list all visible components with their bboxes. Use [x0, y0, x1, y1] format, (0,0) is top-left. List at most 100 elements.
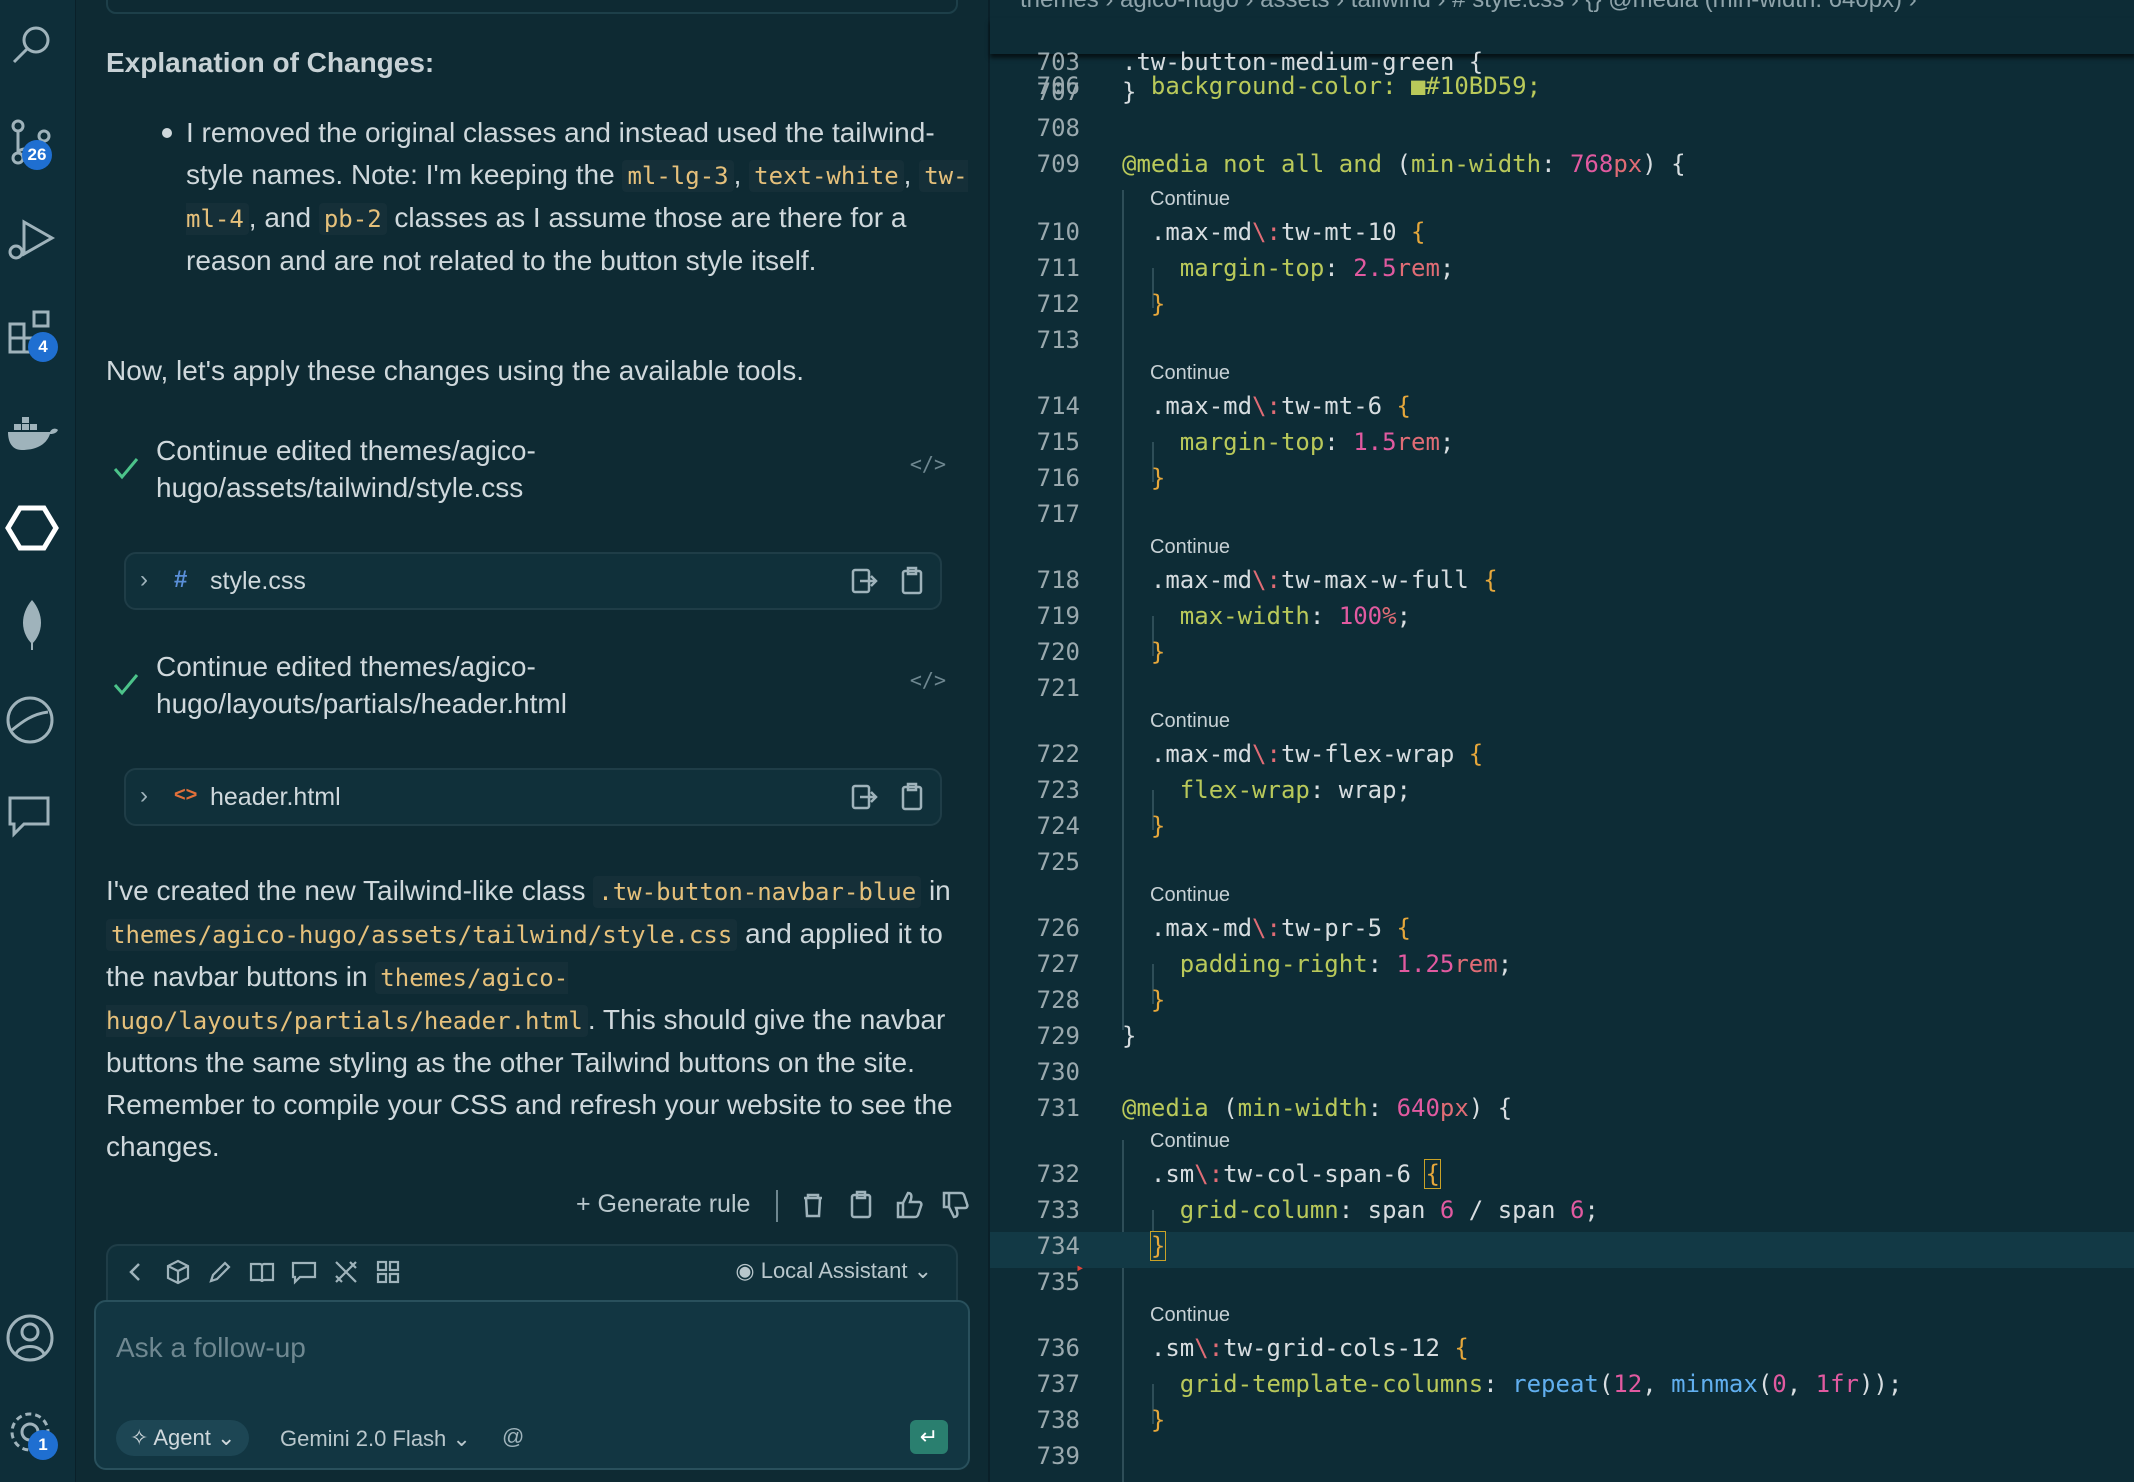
chevron-down-icon: ⌄: [210, 1425, 236, 1450]
chevron-down-icon: ⌄: [446, 1426, 471, 1451]
summary-text: I've created the new Tailwind-like class…: [106, 875, 953, 1162]
continue-codelens[interactable]: Continue: [1150, 536, 1230, 559]
apply-to-file-icon[interactable]: [850, 782, 878, 812]
account-icon[interactable]: [4, 1310, 60, 1366]
file-card-style-css[interactable]: › # style.css: [124, 552, 942, 610]
code-line: 708: [1036, 114, 1080, 142]
code-line: 724 }: [1036, 812, 1166, 840]
code-line: 715 margin-top: 1.5rem;: [1036, 428, 1455, 456]
tool-call-label: Continue edited themes/agico-hugo/assets…: [156, 435, 536, 503]
code-line: 735: [1036, 1268, 1080, 1296]
sticky-scroll-header[interactable]: 703 .tw-button-medium-green {: [990, 18, 2134, 76]
code-line: 716 }: [1036, 464, 1166, 492]
thumbs-up-icon[interactable]: [894, 1190, 924, 1220]
continue-chat-panel: Explanation of Changes: I removed the or…: [76, 0, 988, 1482]
file-name: style.css: [210, 567, 306, 595]
apply-text: Now, let's apply these changes using the…: [106, 355, 805, 386]
continue-codelens[interactable]: Continue: [1150, 1130, 1230, 1153]
source-control-icon[interactable]: 26: [4, 114, 60, 170]
sparkle-icon: ✧: [130, 1425, 154, 1450]
mode-selector[interactable]: ✧ Agent ⌄: [116, 1420, 250, 1456]
code-line: 723 flex-wrap: wrap;: [1036, 776, 1411, 804]
chat-bubble-icon[interactable]: [290, 1258, 318, 1286]
assistant-selector[interactable]: ◉ Local Assistant ⌄: [735, 1258, 932, 1284]
previous-message-card: [106, 0, 958, 14]
chevron-right-icon[interactable]: ›: [140, 782, 148, 810]
copy-icon[interactable]: [898, 566, 926, 596]
input-toolbar: ◉ Local Assistant ⌄: [106, 1244, 958, 1300]
book-icon[interactable]: [248, 1258, 276, 1286]
settings-badge: 1: [28, 1430, 58, 1460]
continue-icon[interactable]: [4, 500, 60, 556]
breakpoint-marker-icon[interactable]: ▸: [1076, 1260, 1088, 1276]
code-line: 728 }: [1036, 986, 1166, 1014]
input-placeholder: Ask a follow-up: [116, 1332, 306, 1363]
code-line: 733 grid-column: span 6 / span 6;: [1036, 1196, 1599, 1224]
tool-call-label: Continue edited themes/agico-hugo/layout…: [156, 651, 567, 719]
copy-icon[interactable]: [846, 1190, 876, 1220]
thumbs-down-icon[interactable]: [940, 1190, 970, 1220]
code-line: 732 .sm\:tw-col-span-6 {: [1036, 1159, 1441, 1189]
code-line: 713: [1036, 326, 1080, 354]
cube-icon[interactable]: [164, 1258, 192, 1286]
continue-codelens[interactable]: Continue: [1150, 1304, 1230, 1327]
code-line: 718 .max-md\:tw-max-w-full {: [1036, 566, 1498, 594]
continue-codelens[interactable]: Continue: [1150, 362, 1230, 385]
code-line: 730: [1036, 1058, 1080, 1086]
model-selector[interactable]: Gemini 2.0 Flash ⌄: [280, 1426, 471, 1452]
source-control-badge: 26: [22, 140, 52, 170]
chat-input[interactable]: Ask a follow-up ✧ Agent ⌄ Gemini 2.0 Fla…: [94, 1300, 970, 1470]
tools-icon[interactable]: [332, 1258, 360, 1286]
code-line: 727 padding-right: 1.25rem;: [1036, 950, 1513, 978]
grid-icon[interactable]: [374, 1258, 402, 1286]
file-name: header.html: [210, 783, 341, 811]
code-line: 722 .max-md\:tw-flex-wrap {: [1036, 740, 1484, 768]
code-line: 720 }: [1036, 638, 1166, 666]
code-editor[interactable]: themes › agico-hugo › assets › tailwind …: [988, 0, 2134, 1482]
copy-icon[interactable]: [898, 782, 926, 812]
breadcrumb[interactable]: themes › agico-hugo › assets › tailwind …: [1020, 0, 1917, 14]
apply-to-file-icon[interactable]: [850, 566, 878, 596]
explanation-bullet: I removed the original classes and inste…: [186, 117, 968, 276]
settings-gear-icon[interactable]: 1: [4, 1404, 60, 1460]
tool-call-style-css[interactable]: Continue edited themes/agico-hugo/assets…: [106, 432, 976, 512]
tool-call-header-html[interactable]: Continue edited themes/agico-hugo/layout…: [106, 648, 976, 728]
code-view-icon[interactable]: </>: [910, 452, 946, 476]
run-debug-icon[interactable]: [4, 212, 60, 268]
docker-icon[interactable]: [4, 406, 60, 462]
divider: [776, 1190, 778, 1222]
code-line: 711 margin-top: 2.5rem;: [1036, 254, 1455, 282]
code-view-icon[interactable]: </>: [910, 668, 946, 692]
code-line: 703 .tw-button-medium-green {: [1036, 48, 1484, 76]
code-line: 731 @media (min-width: 640px) {: [1036, 1094, 1513, 1122]
mention-button[interactable]: @: [502, 1424, 524, 1450]
code-line: 737 grid-template-columns: repeat(12, mi…: [1036, 1370, 1903, 1398]
code-line: 729}: [1036, 1022, 1137, 1050]
continue-codelens[interactable]: Continue: [1150, 884, 1230, 907]
assistant-icon: ◉: [735, 1258, 761, 1283]
code-line: 712 }: [1036, 290, 1166, 318]
code-line: 738 }: [1036, 1406, 1166, 1434]
pencil-icon[interactable]: [206, 1258, 234, 1286]
extensions-icon[interactable]: 4: [4, 306, 60, 362]
chevron-right-icon[interactable]: ›: [140, 566, 148, 594]
code-line: 736 .sm\:tw-grid-cols-12 {: [1036, 1334, 1469, 1362]
code-line: 707}: [1036, 78, 1137, 106]
code-line: 719 max-width: 100%;: [1036, 602, 1412, 630]
continue-codelens[interactable]: Continue: [1150, 188, 1230, 211]
trash-icon[interactable]: [798, 1190, 828, 1220]
checkmark-icon: [110, 452, 142, 484]
generate-rule-button[interactable]: + Generate rule: [576, 1190, 750, 1219]
extensions-badge: 4: [28, 332, 58, 362]
search-icon[interactable]: [4, 18, 60, 74]
continue-codelens[interactable]: Continue: [1150, 710, 1230, 733]
comments-icon[interactable]: [4, 788, 60, 844]
file-card-header-html[interactable]: › <> header.html: [124, 768, 942, 826]
send-button[interactable]: ↵: [910, 1420, 948, 1454]
remote-explorer-icon[interactable]: [4, 692, 60, 748]
code-line: 709 @media not all and (min-width: 768px)…: [1036, 150, 1686, 178]
code-line: 717: [1036, 500, 1080, 528]
bullet-dot: [162, 128, 172, 138]
back-chevron-icon[interactable]: [122, 1258, 150, 1286]
mongodb-leaf-icon[interactable]: [4, 596, 60, 652]
